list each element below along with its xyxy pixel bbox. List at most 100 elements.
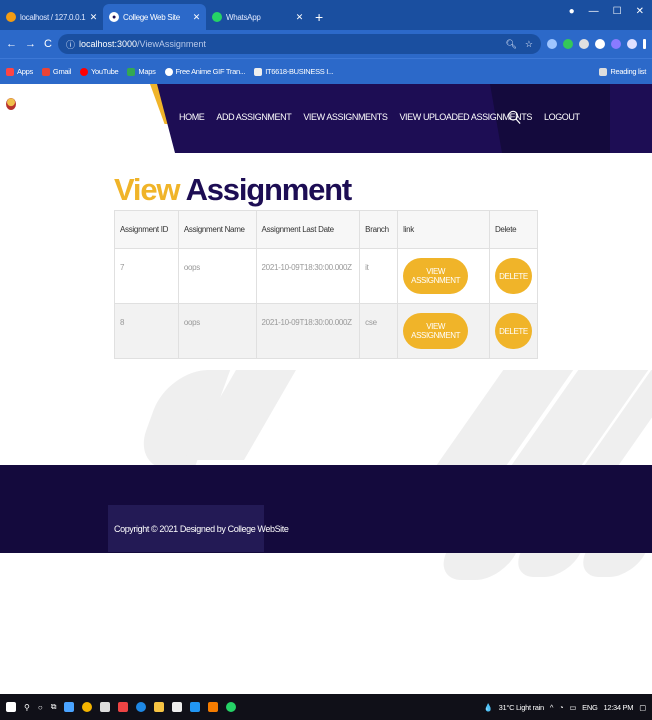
cell-id: 7: [114, 248, 179, 304]
delete-button[interactable]: DELETE: [494, 313, 532, 349]
nav-view-assignments[interactable]: VIEW ASSIGNMENTS: [303, 112, 388, 122]
maximize-icon[interactable]: ☐: [613, 6, 622, 17]
taskbar-app-icon[interactable]: [172, 702, 183, 712]
cell-last-date: 2021-10-09T18:30:00.000Z: [255, 303, 361, 359]
bookmark-label: Gmail: [52, 67, 71, 76]
forward-icon[interactable]: →: [25, 38, 36, 50]
nav-add-assignment[interactable]: ADD ASSIGNMENT: [216, 112, 291, 122]
profile-icon[interactable]: ●: [569, 6, 575, 17]
reload-icon[interactable]: C: [44, 38, 52, 50]
page-title-assignment: Assignment: [185, 172, 353, 207]
battery-icon[interactable]: ▭: [569, 703, 576, 712]
taskbar-app-icon[interactable]: [208, 702, 219, 712]
avatar[interactable]: [627, 39, 637, 49]
bookmark-youtube[interactable]: YouTube: [80, 67, 119, 76]
reading-list[interactable]: Reading list: [599, 67, 646, 76]
close-icon[interactable]: ✕: [296, 12, 304, 23]
browser-tab-bar: localhost / 127.0.0.1 | phpMyAdmin ✕ ● C…: [0, 0, 652, 30]
bookmark-maps[interactable]: Maps: [127, 67, 156, 76]
extensions: [547, 39, 646, 49]
cell-link: VIEW ASSIGNMENT: [397, 248, 490, 304]
extension-icon[interactable]: [595, 39, 605, 49]
maps-icon: [127, 67, 136, 76]
vscode-icon[interactable]: [190, 702, 201, 712]
taskbar-app-icon[interactable]: [100, 702, 111, 712]
back-icon[interactable]: ←: [6, 38, 17, 50]
logo-area: Edume: [0, 84, 160, 124]
bookmark-label: Free Anime GIF Tran...: [175, 67, 246, 76]
footer-copyright: Copyright © 2021 Designed by College Web…: [114, 523, 289, 534]
file-explorer-icon[interactable]: [154, 702, 165, 712]
bookmark-label: Apps: [17, 67, 33, 76]
decor-stripe: [509, 552, 581, 577]
header-last-date: Assignment Last Date: [255, 210, 361, 249]
chrome-icon[interactable]: [82, 702, 93, 712]
address-bar: ← → C ⓘ localhost:3000/ViewAssignment 🔍︎…: [0, 30, 652, 58]
reading-list-label: Reading list: [610, 67, 646, 76]
info-icon[interactable]: ⓘ: [66, 38, 75, 51]
bookmark-label: IT6618-BUSINESS I...: [265, 67, 334, 76]
search-icon[interactable]: ⚲: [24, 703, 30, 712]
os-taskbar: ⚲ ○ ⧉ 💧 31°C Light rain ^ ◔ ▭ ENG 12:34 …: [0, 694, 652, 720]
extension-icon[interactable]: [563, 39, 573, 49]
puzzle-icon[interactable]: [611, 39, 621, 49]
tray-chevron-icon[interactable]: ^: [550, 703, 554, 712]
bookmark-label: Maps: [138, 67, 156, 76]
url-input[interactable]: ⓘ localhost:3000/ViewAssignment 🔍︎ ☆: [57, 34, 541, 54]
lang-text[interactable]: ENG: [582, 703, 598, 712]
taskbar-app-icon[interactable]: [118, 702, 129, 712]
close-icon[interactable]: ✕: [90, 12, 98, 23]
task-view-icon[interactable]: ⧉: [51, 702, 57, 712]
cell-branch: cse: [359, 303, 399, 359]
star-icon[interactable]: ☆: [525, 39, 533, 50]
search-icon[interactable]: [507, 110, 521, 124]
notification-icon[interactable]: ▢: [639, 703, 646, 712]
table-row: 7 oops 2021-10-09T18:30:00.000Z it VIEW …: [114, 248, 539, 304]
weather-text[interactable]: 31°C Light rain: [499, 703, 545, 712]
view-assignment-button[interactable]: VIEW ASSIGNMENT: [403, 313, 469, 349]
decor-stripe: [433, 552, 517, 580]
reading-list-icon: [599, 67, 608, 76]
table-header-row: Assignment ID Assignment Name Assignment…: [114, 210, 539, 249]
bookmark-gmail[interactable]: Gmail: [41, 67, 71, 76]
header-branch: Branch: [359, 210, 399, 249]
bookmark-business[interactable]: IT6618-BUSINESS I...: [254, 67, 334, 76]
extension-icon[interactable]: [579, 39, 589, 49]
taskbar-app-icon[interactable]: [64, 702, 75, 712]
extension-icon[interactable]: [547, 39, 557, 49]
tab-whatsapp[interactable]: WhatsApp ✕: [206, 4, 309, 30]
edge-icon[interactable]: [136, 702, 147, 712]
tab-title: WhatsApp: [226, 12, 261, 22]
tab-title: localhost / 127.0.0.1 | phpMyAdmin: [20, 12, 86, 22]
minimize-icon[interactable]: —: [589, 6, 599, 17]
view-assignment-button[interactable]: VIEW ASSIGNMENT: [403, 258, 469, 294]
new-tab-button[interactable]: +: [315, 4, 323, 30]
zoom-icon[interactable]: 🔍︎: [505, 39, 516, 50]
google-icon: [164, 67, 173, 76]
system-tray: 💧 31°C Light rain ^ ◔ ▭ ENG 12:34 PM ▢: [484, 703, 647, 712]
nav-logout[interactable]: LOGOUT: [544, 112, 580, 122]
cortana-icon[interactable]: ○: [38, 703, 43, 712]
bookmark-anime-gif[interactable]: Free Anime GIF Tran...: [164, 67, 246, 76]
tab-phpmyadmin[interactable]: localhost / 127.0.0.1 | phpMyAdmin ✕: [0, 4, 103, 30]
menu-icon[interactable]: [643, 39, 646, 49]
url-path: /ViewAssignment: [137, 39, 206, 49]
logo-icon[interactable]: [6, 98, 16, 110]
bookmark-apps[interactable]: Apps: [6, 67, 33, 76]
tab-college-web-site[interactable]: ● College Web Site ✕: [103, 4, 206, 30]
windows-start-icon[interactable]: [6, 702, 16, 712]
logo-text[interactable]: Edume: [17, 98, 44, 107]
site-footer: [0, 465, 652, 553]
site-header: Edume HOME ADD ASSIGNMENT VIEW ASSIGNMEN…: [0, 84, 652, 153]
wifi-icon[interactable]: ◔: [559, 703, 564, 712]
delete-button[interactable]: DELETE: [494, 258, 532, 294]
whatsapp-icon[interactable]: [226, 702, 237, 712]
clock-text[interactable]: 12:34 PM: [604, 703, 634, 712]
close-icon[interactable]: ✕: [193, 12, 201, 23]
close-window-icon[interactable]: ✕: [636, 6, 644, 17]
bookmark-label: YouTube: [91, 67, 119, 76]
header-delete: Delete: [488, 210, 539, 249]
cell-name: oops: [177, 303, 257, 359]
document-icon: [254, 67, 263, 76]
nav-home[interactable]: HOME: [179, 112, 205, 122]
